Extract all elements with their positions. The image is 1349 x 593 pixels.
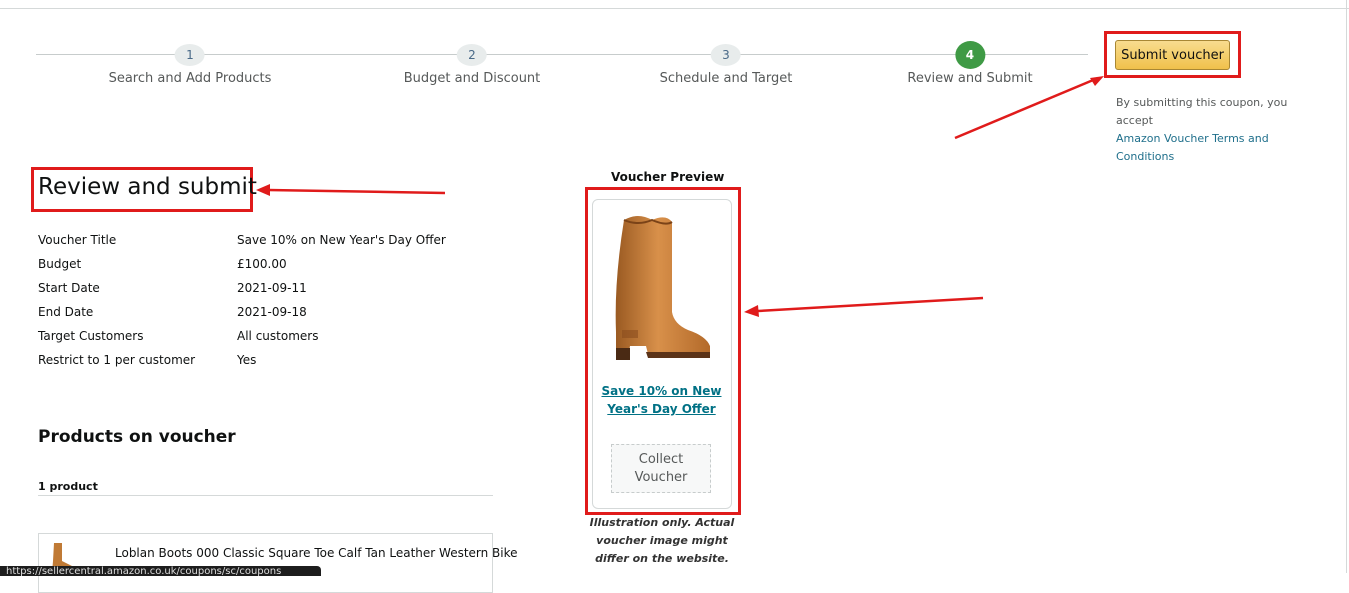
- step-schedule-and-target[interactable]: 3 Schedule and Target: [659, 44, 793, 86]
- page-title: Review and submit: [38, 174, 257, 200]
- step-label: Budget and Discount: [403, 71, 541, 86]
- step-budget-and-discount[interactable]: 2 Budget and Discount: [403, 44, 541, 86]
- step-review-and-submit[interactable]: 4 Review and Submit: [907, 41, 1033, 86]
- step-number: 3: [711, 44, 741, 66]
- collect-voucher-button[interactable]: Collect Voucher: [611, 444, 711, 493]
- voucher-preview-heading: Voucher Preview: [611, 170, 725, 184]
- product-card[interactable]: [38, 533, 493, 593]
- detail-label: Restrict to 1 per customer: [38, 353, 196, 367]
- product-name[interactable]: Loblan Boots 000 Classic Square Toe Calf…: [115, 546, 518, 560]
- status-bar-url: https://sellercentral.amazon.co.uk/coupo…: [0, 566, 321, 576]
- step-label: Schedule and Target: [659, 71, 793, 86]
- arrow-to-preview: [757, 296, 984, 313]
- right-scrollbar-edge: [1346, 0, 1347, 573]
- illustration-note: Illustration only. Actual voucher image …: [589, 516, 735, 565]
- product-count: 1 product: [38, 480, 98, 493]
- submit-voucher-button[interactable]: Submit voucher: [1115, 40, 1230, 70]
- step-number: 4: [954, 41, 985, 69]
- step-label: Review and Submit: [907, 71, 1033, 86]
- detail-value: Yes: [237, 353, 257, 367]
- voucher-title-link[interactable]: Save 10% on New Year's Day Offer: [600, 382, 723, 418]
- detail-label: Voucher Title: [38, 233, 117, 247]
- terms-prefix: By submitting this coupon, you accept: [1116, 96, 1288, 127]
- detail-value: Save 10% on New Year's Day Offer: [237, 233, 446, 247]
- products-heading: Products on voucher: [38, 427, 236, 447]
- detail-label: End Date: [38, 305, 94, 319]
- detail-value: All customers: [237, 329, 319, 343]
- boot-product-image: [615, 216, 710, 360]
- step-number: 2: [457, 44, 487, 66]
- step-search-and-add-products[interactable]: 1 Search and Add Products: [108, 44, 272, 86]
- detail-value: 2021-09-11: [237, 281, 307, 295]
- detail-value: 2021-09-18: [237, 305, 307, 319]
- detail-label: Start Date: [38, 281, 100, 295]
- step-label: Search and Add Products: [108, 71, 272, 86]
- arrow-to-submit: [954, 76, 1099, 140]
- products-divider: [38, 495, 493, 496]
- detail-value: £100.00: [237, 257, 287, 271]
- terms-link[interactable]: Amazon Voucher Terms and Conditions: [1116, 132, 1269, 163]
- arrow-to-title: [267, 188, 446, 195]
- step-number: 1: [174, 44, 205, 66]
- terms-text: By submitting this coupon, you accept Am…: [1116, 94, 1326, 166]
- detail-label: Target Customers: [38, 329, 144, 343]
- detail-label: Budget: [38, 257, 82, 271]
- top-divider: [0, 8, 1349, 9]
